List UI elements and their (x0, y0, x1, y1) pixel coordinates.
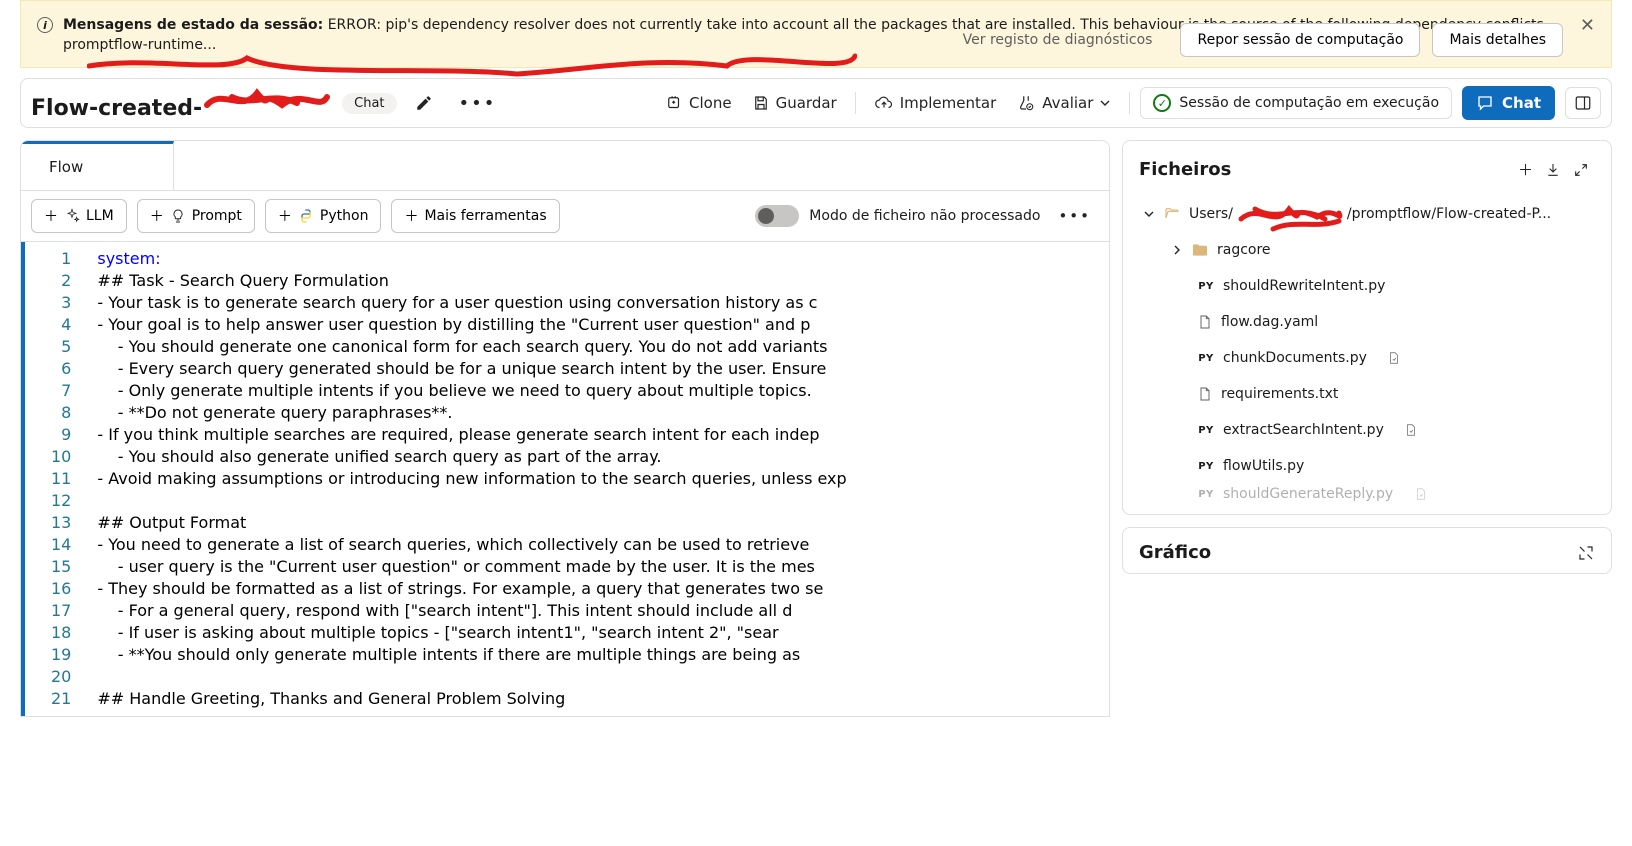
file-name: extractSearchIntent.py (1223, 422, 1384, 438)
add-prompt-button[interactable]: ＋Prompt (137, 199, 255, 233)
clone-icon (665, 94, 683, 112)
raw-mode-label: Modo de ficheiro não processado (809, 208, 1040, 224)
chevron-down-icon (1143, 208, 1155, 220)
chat-button[interactable]: Chat (1462, 86, 1555, 120)
collapse-button[interactable] (1567, 158, 1595, 182)
editor-panel: Flow ＋LLM ＋Prompt ＋Python ＋Mais ferramen… (20, 140, 1110, 717)
panel-right-icon (1574, 94, 1592, 112)
python-file-icon: PY (1197, 489, 1215, 500)
view-diagnostics-button[interactable]: Ver registo de diagnósticos (947, 23, 1169, 57)
raw-mode-toggle[interactable] (755, 205, 799, 227)
python-file-icon: PY (1197, 353, 1215, 364)
check-circle-icon: ✓ (1153, 94, 1171, 112)
info-icon: i (37, 17, 53, 33)
python-file-icon: PY (1197, 281, 1215, 292)
add-file-button[interactable]: ＋ (1512, 155, 1539, 184)
chevron-right-icon (1171, 244, 1183, 256)
python-icon (298, 208, 314, 224)
expand-icon[interactable] (1577, 544, 1595, 562)
save-icon (752, 94, 770, 112)
file-name: requirements.txt (1221, 386, 1338, 402)
redaction-scribble (1235, 199, 1345, 235)
file-icon (1197, 386, 1213, 402)
tab-flow[interactable]: Flow (21, 141, 174, 190)
graph-title: Gráfico (1139, 542, 1211, 563)
file-extra-icon (1387, 351, 1401, 365)
file-row[interactable]: PY shouldGenerateReply.py (1139, 484, 1595, 504)
reset-session-button[interactable]: Repor sessão de computação (1180, 23, 1420, 57)
python-file-icon: PY (1197, 425, 1215, 436)
chat-icon (1476, 94, 1494, 112)
editor-toolbar: ＋LLM ＋Prompt ＋Python ＋Mais ferramentas M… (21, 191, 1109, 241)
main-toolbar: Flow-created- Chat ••• Clone Guardar Imp… (20, 78, 1612, 128)
more-details-button[interactable]: Mais detalhes (1432, 23, 1563, 57)
file-extra-icon (1414, 487, 1428, 501)
lightbulb-icon (170, 208, 186, 224)
files-title: Ficheiros (1139, 159, 1231, 180)
folder-icon (1191, 243, 1209, 257)
deploy-button[interactable]: Implementar (866, 88, 1005, 118)
file-row[interactable]: PY flowUtils.py (1139, 448, 1595, 484)
toggle-panel-button[interactable] (1565, 87, 1601, 119)
file-extra-icon (1404, 423, 1418, 437)
path-segment: /promptflow/Flow-created-P... (1347, 206, 1551, 222)
edit-name-button[interactable] (407, 88, 441, 118)
add-more-tools-button[interactable]: ＋Mais ferramentas (391, 199, 559, 233)
collapse-icon (1573, 162, 1589, 178)
folder-label: ragcore (1217, 242, 1271, 258)
cloud-upload-icon (874, 94, 894, 112)
more-menu-button[interactable]: ••• (451, 87, 505, 120)
download-icon (1545, 162, 1561, 178)
file-path-row[interactable]: Users/ /promptflow/Flow-created-P... (1139, 196, 1595, 232)
file-name: chunkDocuments.py (1223, 350, 1367, 366)
folder-row[interactable]: ragcore (1139, 232, 1595, 268)
file-row[interactable]: PY shouldRewriteIntent.py (1139, 268, 1595, 304)
file-icon (1197, 314, 1213, 330)
chevron-down-icon (1099, 97, 1111, 109)
sparkle-icon (64, 208, 80, 224)
redaction-scribble (202, 85, 332, 115)
file-name: shouldGenerateReply.py (1223, 486, 1393, 502)
file-name: shouldRewriteIntent.py (1223, 278, 1385, 294)
file-name: flow.dag.yaml (1221, 314, 1318, 330)
flow-title: Flow-created- (31, 85, 332, 121)
file-row[interactable]: requirements.txt (1139, 376, 1595, 412)
file-row[interactable]: PY extractSearchIntent.py (1139, 412, 1595, 448)
add-llm-button[interactable]: ＋LLM (31, 199, 127, 233)
compute-session-status[interactable]: ✓Sessão de computação em execução (1140, 87, 1452, 119)
evaluate-button[interactable]: Avaliar (1008, 88, 1119, 118)
path-segment: Users/ (1189, 206, 1233, 222)
file-name: flowUtils.py (1223, 458, 1304, 474)
folder-open-icon (1163, 206, 1181, 222)
python-file-icon: PY (1197, 461, 1215, 472)
file-row[interactable]: PY chunkDocuments.py (1139, 340, 1595, 376)
graph-panel[interactable]: Gráfico (1122, 527, 1612, 574)
clone-button[interactable]: Clone (657, 88, 740, 118)
flow-type-chip: Chat (342, 93, 396, 114)
add-python-button[interactable]: ＋Python (265, 199, 382, 233)
code-editor[interactable]: 123456789101112131415161718192021 system… (21, 241, 1109, 716)
download-button[interactable] (1539, 158, 1567, 182)
beaker-check-icon (1016, 94, 1036, 112)
editor-more-button[interactable]: ••• (1050, 201, 1099, 231)
pencil-icon (415, 94, 433, 112)
files-panel: Ficheiros ＋ Users/ /promptflow/Flow-crea… (1122, 140, 1612, 515)
save-button[interactable]: Guardar (744, 88, 845, 118)
close-icon[interactable]: ✕ (1580, 15, 1595, 36)
file-row[interactable]: flow.dag.yaml (1139, 304, 1595, 340)
session-status-banner: i Mensagens de estado da sessão: ERROR: … (20, 0, 1612, 68)
